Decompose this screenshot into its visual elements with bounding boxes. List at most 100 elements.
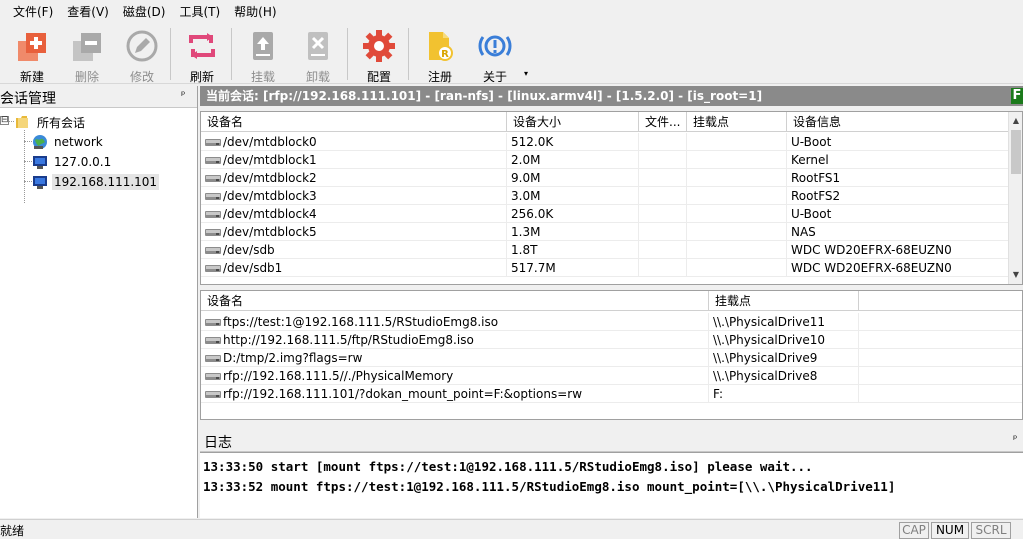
refresh-button[interactable]: 刷新 bbox=[177, 27, 227, 84]
menu-help[interactable]: 帮助(H) bbox=[227, 1, 283, 23]
device-mount-point-cell bbox=[687, 187, 787, 205]
mount-target-cell: F: bbox=[709, 385, 859, 403]
table-row[interactable]: /dev/mtdblock4 256.0K U-Boot bbox=[201, 205, 1010, 223]
device-filesystem-cell bbox=[639, 259, 687, 277]
table-row[interactable]: /dev/mtdblock2 9.0M RootFS1 bbox=[201, 169, 1010, 187]
device-info-cell-text: U-Boot bbox=[791, 207, 832, 221]
pin-icon[interactable]: ᵖ bbox=[181, 90, 191, 102]
device-name-cell: /dev/mtdblock4 bbox=[201, 205, 507, 223]
toolbar-separator bbox=[231, 28, 232, 80]
config-button[interactable]: 配置 bbox=[354, 27, 404, 84]
device-info-cell: Kernel bbox=[787, 151, 1010, 169]
table-row[interactable]: /dev/sdb1 517.7M WDC WD20EFRX-68EUZN0 bbox=[201, 259, 1010, 277]
table-row[interactable]: rfp://192.168.111.5//./PhysicalMemory \\.… bbox=[201, 367, 1022, 385]
tree-node-label: 所有会话 bbox=[37, 115, 86, 130]
table-row[interactable]: /dev/mtdblock3 3.0M RootFS2 bbox=[201, 187, 1010, 205]
disk-icon bbox=[205, 193, 221, 200]
gear-icon bbox=[363, 30, 395, 62]
disk-icon bbox=[205, 391, 221, 398]
scroll-thumb[interactable] bbox=[1011, 130, 1021, 174]
mount-target-cell-text: F: bbox=[713, 387, 724, 401]
column-header-device-name[interactable]: 设备名 bbox=[201, 112, 507, 132]
config-label: 配置 bbox=[366, 70, 391, 84]
device-size-cell-text: 9.0M bbox=[511, 171, 541, 185]
app-window: 文件(F) 查看(V) 磁盘(D) 工具(T) 帮助(H) 新建 删除 修改 刷… bbox=[0, 0, 1023, 539]
device-size-cell-text: 3.0M bbox=[511, 189, 541, 203]
mount-device-cell: ftps://test:1@192.168.111.5/RStudioEmg8.… bbox=[201, 313, 709, 331]
device-name-cell: /dev/sdb1 bbox=[201, 259, 507, 277]
table-row[interactable]: /dev/mtdblock5 1.3M NAS bbox=[201, 223, 1010, 241]
tree-node-localhost[interactable]: 127.0.0.1 bbox=[32, 153, 113, 171]
about-icon bbox=[478, 35, 512, 57]
mount-table: 设备名 挂载点 ftps://test:1@192.168.111.5/RStu… bbox=[200, 290, 1023, 420]
disk-icon bbox=[205, 355, 221, 362]
edit-button[interactable]: 修改 bbox=[117, 27, 167, 84]
device-size-cell-text: 1.3M bbox=[511, 225, 541, 239]
folder-icon bbox=[16, 116, 28, 128]
device-filesystem-cell bbox=[639, 187, 687, 205]
new-label: 新建 bbox=[19, 70, 44, 84]
current-session-bar: 当前会话: [rfp://192.168.111.101] - [ran-nfs… bbox=[200, 86, 1023, 106]
menu-tools[interactable]: 工具(T) bbox=[172, 1, 227, 23]
table-row[interactable]: /dev/mtdblock1 2.0M Kernel bbox=[201, 151, 1010, 169]
tree-node-all-sessions[interactable]: 所有会话 bbox=[15, 113, 87, 131]
log-pane-title: 日志 bbox=[204, 435, 232, 451]
table-row[interactable]: http://192.168.111.5/ftp/RStudioEmg8.iso… bbox=[201, 331, 1022, 349]
disk-icon bbox=[205, 157, 221, 164]
about-button[interactable]: 关于 bbox=[470, 27, 520, 84]
session-pane-title: 会话管理 bbox=[0, 91, 56, 107]
toolbar-overflow-button[interactable]: ▾ bbox=[524, 68, 534, 80]
unmount-button[interactable]: 卸载 bbox=[293, 27, 343, 84]
table-row[interactable]: /dev/sdb 1.8T WDC WD20EFRX-68EUZN0 bbox=[201, 241, 1010, 259]
device-size-cell: 517.7M bbox=[507, 259, 639, 277]
scroll-up-button[interactable]: ▲ bbox=[1009, 114, 1022, 128]
tree-node-remote-session[interactable]: 192.168.111.101 bbox=[32, 173, 160, 191]
device-filesystem-cell bbox=[639, 169, 687, 187]
mount-target-cell: \\.\PhysicalDrive9 bbox=[709, 349, 859, 367]
status-bar: 就绪 CAP NUM SCRL bbox=[0, 519, 1023, 539]
pin-icon[interactable]: ᵖ bbox=[1013, 434, 1023, 446]
device-info-cell-text: WDC WD20EFRX-68EUZN0 bbox=[791, 243, 952, 257]
device-table-scrollbar[interactable]: ▲ ▼ bbox=[1008, 112, 1022, 284]
scroll-down-button[interactable]: ▼ bbox=[1009, 268, 1022, 282]
table-row[interactable]: D:/tmp/2.img?flags=rw \\.\PhysicalDrive9 bbox=[201, 349, 1022, 367]
refresh-label: 刷新 bbox=[189, 70, 214, 84]
device-size-cell-text: 256.0K bbox=[511, 207, 554, 221]
table-row[interactable]: ftps://test:1@192.168.111.5/RStudioEmg8.… bbox=[201, 313, 1022, 331]
mount-device-cell: rfp://192.168.111.5//./PhysicalMemory bbox=[201, 367, 709, 385]
menu-disk[interactable]: 磁盘(D) bbox=[116, 1, 173, 23]
device-info-cell: WDC WD20EFRX-68EUZN0 bbox=[787, 259, 1010, 277]
tree-node-label: 192.168.111.101 bbox=[52, 174, 160, 190]
log-pane-header: 日志 ᵖ bbox=[200, 430, 1023, 452]
column-header-device-size[interactable]: 设备大小 bbox=[507, 112, 639, 132]
globe-icon bbox=[33, 135, 47, 149]
device-info-cell-text: WDC WD20EFRX-68EUZN0 bbox=[791, 261, 952, 275]
table-row[interactable]: /dev/mtdblock0 512.0K U-Boot bbox=[201, 133, 1010, 151]
device-size-cell-text: 2.0M bbox=[511, 153, 541, 167]
device-name-cell: /dev/sdb bbox=[201, 241, 507, 259]
toolbar-separator bbox=[347, 28, 348, 80]
delete-icon bbox=[73, 33, 101, 61]
column-header-mount-target[interactable]: 挂载点 bbox=[709, 291, 859, 311]
device-info-cell: U-Boot bbox=[787, 205, 1010, 223]
session-tree: ⊟ 所有会话 network 127.0.0.1 192.168.111.101 bbox=[0, 108, 197, 516]
menu-view[interactable]: 查看(V) bbox=[60, 1, 116, 23]
log-line: 13:33:52 mount ftps://test:1@192.168.111… bbox=[203, 479, 896, 494]
register-button[interactable]: R 注册 bbox=[415, 27, 465, 84]
tree-node-network[interactable]: network bbox=[32, 133, 105, 151]
scroll-lock-indicator: SCRL bbox=[971, 522, 1011, 539]
table-row[interactable]: rfp://192.168.111.101/?dokan_mount_point… bbox=[201, 385, 1022, 403]
new-button[interactable]: 新建 bbox=[7, 27, 57, 84]
tree-collapse-toggle[interactable]: ⊟ bbox=[0, 116, 9, 125]
mount-device-cell: http://192.168.111.5/ftp/RStudioEmg8.iso bbox=[201, 331, 709, 349]
delete-button[interactable]: 删除 bbox=[62, 27, 112, 84]
mount-button[interactable]: 挂载 bbox=[238, 27, 288, 84]
menu-file[interactable]: 文件(F) bbox=[6, 1, 60, 23]
toolbar-separator bbox=[170, 28, 171, 80]
device-name-cell: /dev/mtdblock2 bbox=[201, 169, 507, 187]
column-header-device-info[interactable]: 设备信息 bbox=[787, 112, 1010, 132]
tree-connector bbox=[9, 121, 14, 122]
column-header-filesystem[interactable]: 文件... bbox=[639, 112, 687, 132]
column-header-mount-device[interactable]: 设备名 bbox=[201, 291, 709, 311]
column-header-mount-point[interactable]: 挂载点 bbox=[687, 112, 787, 132]
